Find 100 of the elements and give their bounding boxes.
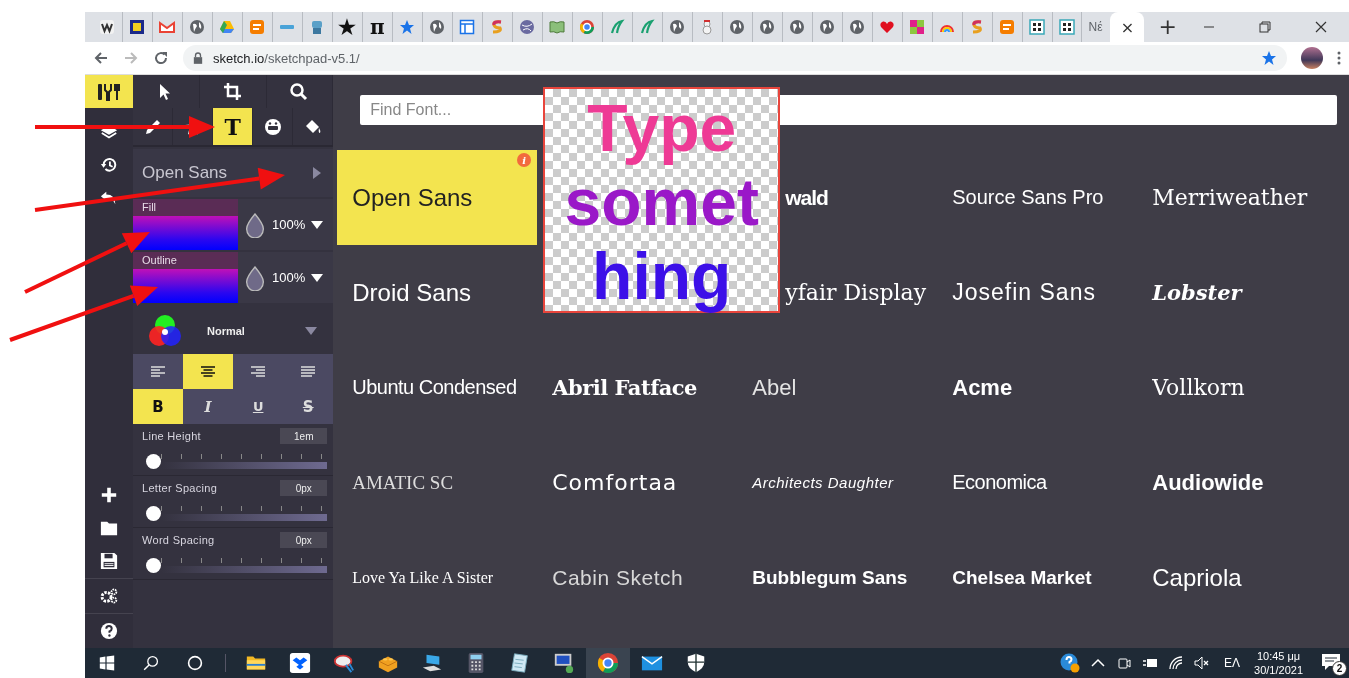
font-option[interactable]: Abril Fatface — [537, 340, 738, 435]
menu-icon[interactable] — [1337, 50, 1341, 66]
slider-thumb[interactable] — [146, 506, 161, 521]
heart-icon — [879, 19, 896, 35]
profile-avatar[interactable] — [1301, 47, 1323, 69]
opacity-value: 100% — [272, 217, 306, 232]
ring-logo-icon — [579, 19, 596, 35]
font-option[interactable]: Comfortaa — [537, 435, 738, 530]
font-option[interactable]: Source Sans Pro — [937, 150, 1138, 245]
font-selector[interactable]: Open Sans — [133, 149, 334, 197]
reload-icon[interactable] — [153, 50, 169, 66]
language-indicator[interactable]: ΕΛ — [1224, 656, 1241, 670]
font-option[interactable]: Merriweather — [1137, 150, 1338, 245]
help-icon[interactable] — [1060, 653, 1081, 673]
square-logo-icon — [999, 19, 1015, 35]
opacity-selector[interactable]: 100% — [238, 252, 334, 303]
leaf-logo-icon — [639, 19, 656, 35]
globe-icon — [819, 19, 836, 35]
font-option[interactable]: Ubuntu Condensed — [337, 340, 538, 435]
address-bar[interactable]: sketch.io/sketchpad-v5.1/ — [183, 45, 1287, 71]
notepad-icon — [509, 652, 531, 674]
globe-icon — [189, 19, 206, 35]
font-option[interactable]: yfair Display — [782, 245, 938, 340]
font-option[interactable]: Cabin Sketch — [537, 530, 738, 625]
font-option[interactable]: wald — [782, 150, 938, 245]
font-option[interactable]: Capriola — [1137, 530, 1338, 625]
zigzag-logo-icon — [99, 19, 116, 35]
shield-icon — [685, 652, 707, 674]
value-field[interactable]: 0px — [280, 532, 328, 548]
globe-icon — [789, 19, 806, 35]
globe-icon — [729, 19, 746, 35]
opacity-value: 100% — [272, 270, 306, 285]
circle-icon — [187, 655, 203, 671]
plus-icon[interactable] — [100, 486, 118, 504]
bookmark-star-icon[interactable] — [1261, 50, 1277, 66]
close-icon[interactable] — [1315, 21, 1327, 33]
value-field[interactable]: 1em — [280, 428, 328, 444]
slider-thumb[interactable] — [146, 558, 161, 573]
tools-logo[interactable] — [85, 75, 133, 108]
history-icon[interactable] — [100, 156, 118, 174]
font-option[interactable]: Chelsea Market — [937, 530, 1138, 625]
ball-icon — [519, 19, 536, 35]
swatch-label: Fill — [133, 199, 238, 216]
tool-button[interactable]: T — [213, 108, 254, 145]
folder-icon[interactable] — [100, 519, 118, 537]
slider-label: Word Spacing — [142, 534, 215, 546]
close-tab-button[interactable]: × — [1110, 12, 1145, 42]
font-option[interactable]: Open Sans i — [337, 150, 538, 245]
save-icon[interactable] — [100, 552, 118, 570]
value-field[interactable]: 0px — [280, 480, 328, 496]
leaf-logo-icon — [609, 19, 626, 35]
font-option[interactable]: Bubblegum Sans — [737, 530, 938, 625]
star-icon — [399, 19, 416, 35]
slider-label: Letter Spacing — [142, 482, 218, 494]
font-option[interactable]: Architects Daughter — [737, 435, 938, 530]
camera-icon[interactable] — [1116, 655, 1133, 671]
preview-text: hing — [592, 239, 732, 313]
font-option[interactable]: Acme — [937, 340, 1138, 435]
browser-tab[interactable]: Νέ — [1082, 12, 1111, 42]
ring-logo-icon — [597, 652, 619, 674]
search-icon — [289, 81, 310, 102]
text-style-button[interactable]: S — [283, 389, 334, 424]
text-style-button[interactable]: U — [233, 389, 284, 424]
text-style-button[interactable]: B — [133, 389, 184, 424]
globe-icon — [669, 19, 686, 35]
font-option[interactable]: AMATIC SC — [337, 435, 538, 530]
dish-icon — [333, 652, 355, 674]
font-option[interactable]: Love Ya Like A Sister — [337, 530, 538, 625]
muted-speaker-icon[interactable] — [1194, 655, 1211, 671]
align-button[interactable] — [183, 354, 234, 389]
envelope-icon — [159, 19, 176, 35]
font-option[interactable]: Lobster — [1137, 245, 1338, 340]
font-option[interactable]: Economica — [937, 435, 1138, 530]
new-tab-button[interactable]: + — [1154, 15, 1181, 39]
font-option[interactable]: Audiowide — [1137, 435, 1338, 530]
box-icon — [289, 652, 311, 674]
globe-icon — [429, 19, 446, 35]
clock[interactable]: 10:45 μμ 30/1/2021 — [1254, 649, 1303, 677]
time-text: 10:45 μμ — [1256, 649, 1301, 663]
font-option[interactable]: Droid Sans — [337, 245, 538, 340]
computer-icon — [421, 652, 443, 674]
search-icon — [143, 655, 159, 671]
font-option[interactable]: Abel — [737, 340, 938, 435]
text-style-button[interactable]: I — [183, 389, 234, 424]
wifi-icon[interactable] — [1168, 655, 1185, 671]
font-option[interactable]: Vollkorn — [1137, 340, 1338, 435]
date-text: 30/1/2021 — [1254, 663, 1303, 677]
taskbar-app[interactable] — [586, 648, 630, 678]
slider-thumb[interactable] — [146, 454, 161, 469]
settings-icon[interactable] — [100, 587, 118, 605]
squares-icon — [909, 19, 926, 35]
help-icon[interactable] — [100, 622, 118, 640]
crop-icon — [222, 81, 243, 102]
drop-icon — [244, 211, 266, 238]
drop-icon — [244, 264, 266, 291]
font-option[interactable]: Josefin Sans — [937, 245, 1138, 340]
back-icon[interactable] — [93, 50, 109, 66]
lock-icon — [193, 52, 203, 64]
restore-icon[interactable] — [1259, 21, 1271, 33]
opacity-selector[interactable]: 100% — [238, 199, 334, 250]
